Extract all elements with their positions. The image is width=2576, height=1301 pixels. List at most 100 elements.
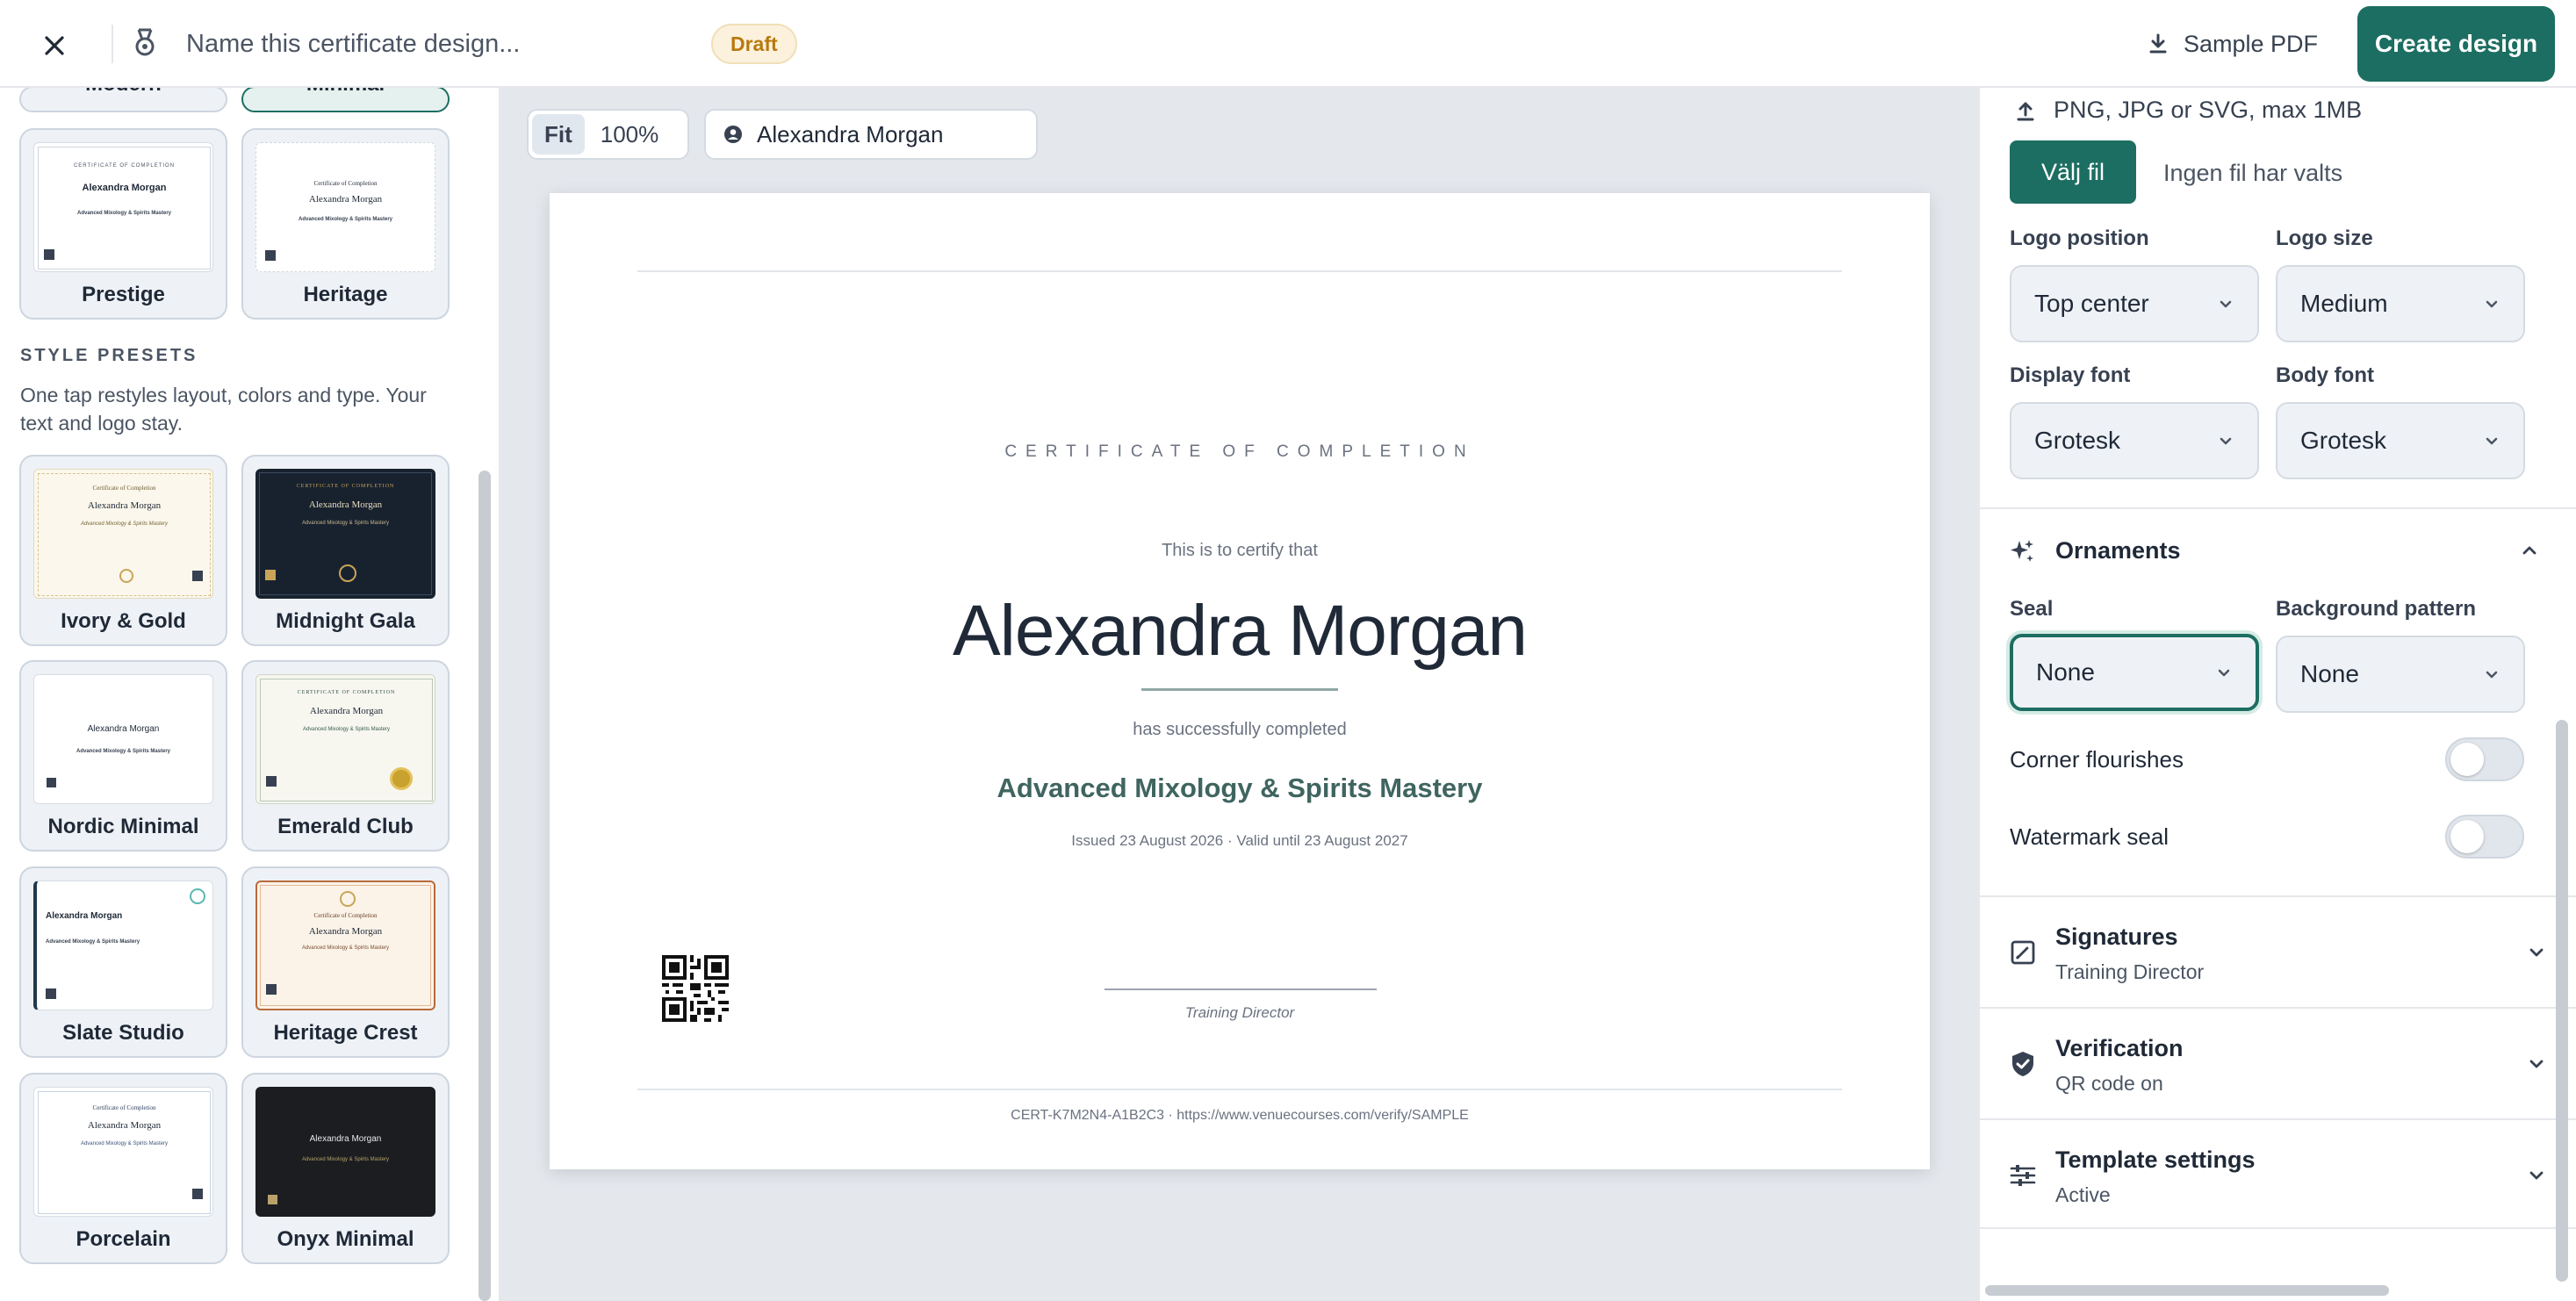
ornaments-header[interactable]: Ornaments <box>1980 509 2576 590</box>
chevron-down-icon <box>2220 437 2232 445</box>
template-settings-section[interactable]: Template settings Active <box>1980 1118 2576 1229</box>
divider <box>112 25 113 63</box>
body-font-select[interactable]: Grotesk <box>2276 402 2525 479</box>
close-icon <box>45 36 64 55</box>
preset-thumbnail: Certificate of Completion Alexandra Morg… <box>33 1087 213 1217</box>
settings-horizontal-scrollbar[interactable] <box>1985 1285 2389 1296</box>
watermark-seal-label: Watermark seal <box>2010 823 2169 850</box>
preset-thumbnail: CERTIFICATE OF COMPLETION Alexandra Morg… <box>255 469 435 599</box>
display-font-value: Grotesk <box>2034 427 2121 454</box>
sample-pdf-button[interactable]: Sample PDF <box>2147 22 2318 66</box>
logo-position-select[interactable]: Top center <box>2010 265 2259 342</box>
body-font-label: Body font <box>2276 363 2374 387</box>
preset-card-label: Nordic Minimal <box>47 815 199 838</box>
issue-dates: Issued 23 August 2026 · Valid until 23 A… <box>1071 832 1408 849</box>
chevron-down-icon <box>2220 300 2232 308</box>
thumb-course: Advanced Mixology & Spirits Mastery <box>302 727 391 732</box>
shield-check-icon <box>2012 1052 2033 1076</box>
template-thumbnail: Certificate of Completion Alexandra Morg… <box>255 142 435 272</box>
create-design-button[interactable]: Create design <box>2357 6 2555 82</box>
preset-card-label: Heritage Crest <box>273 1021 418 1045</box>
seal-value: None <box>2036 658 2095 686</box>
preset-card-slate-studio[interactable]: Alexandra Morgan Advanced Mixology & Spi… <box>19 866 227 1058</box>
preset-card-emerald-club[interactable]: CERTIFICATE OF COMPLETION Alexandra Morg… <box>241 660 450 852</box>
chevron-up-icon <box>2522 546 2536 555</box>
preset-card-porcelain[interactable]: Certificate of Completion Alexandra Morg… <box>19 1073 227 1264</box>
course-title: Advanced Mixology & Spirits Mastery <box>997 773 1483 803</box>
background-pattern-select[interactable]: None <box>2276 636 2525 713</box>
thumb-kicker: CERTIFICATE OF COMPLETION <box>297 690 396 695</box>
thumb-name: Alexandra Morgan <box>308 500 383 510</box>
zoom-controls: Fit 100% <box>527 109 689 160</box>
sidebar-scrollbar[interactable] <box>479 471 491 1301</box>
recipient-name-display: Alexandra Morgan <box>952 591 1528 671</box>
zoom-fit-button[interactable]: Fit <box>532 114 585 155</box>
corner-flourishes-toggle[interactable] <box>2445 737 2524 781</box>
thumb-name: Alexandra Morgan <box>309 706 384 716</box>
toggle-knob <box>2450 820 2484 853</box>
template-card-minimal[interactable]: Minimal <box>241 88 450 112</box>
signatures-title: Signatures <box>2055 924 2178 950</box>
template-card-label: Prestige <box>82 283 165 306</box>
sliders-icon <box>2010 1165 2036 1186</box>
sample-pdf-label: Sample PDF <box>2184 30 2319 57</box>
template-card-modern[interactable]: Modern <box>19 88 227 112</box>
thumb-name: Alexandra Morgan <box>87 500 162 511</box>
thumb-course: Advanced Mixology & Spirits Mastery <box>301 1157 390 1162</box>
preset-card-label: Emerald Club <box>277 815 414 838</box>
certify-text: This is to certify that <box>1162 541 1318 560</box>
style-presets-description: One tap restyles layout, colors and type… <box>20 384 427 435</box>
preset-card-onyx-minimal[interactable]: Alexandra Morgan Advanced Mixology & Spi… <box>241 1073 450 1264</box>
preset-card-label: Onyx Minimal <box>277 1227 414 1251</box>
preset-card-heritage-crest[interactable]: Certificate of Completion Alexandra Morg… <box>241 866 450 1058</box>
certificate-kicker: CERTIFICATE OF COMPLETION <box>1004 442 1475 461</box>
verification-section[interactable]: Verification QR code on <box>1980 1007 2576 1118</box>
chevron-down-icon <box>2218 669 2230 677</box>
preset-thumbnail: CERTIFICATE OF COMPLETION Alexandra Morg… <box>255 674 435 804</box>
preset-thumbnail: Alexandra Morgan Advanced Mixology & Spi… <box>33 674 213 804</box>
template-card-heritage[interactable]: Certificate of Completion Alexandra Morg… <box>241 128 450 320</box>
thumb-course: Advanced Mixology & Spirits Mastery <box>298 217 393 222</box>
bottom-rule <box>637 1089 1842 1090</box>
completed-text: has successfully completed <box>1133 720 1347 739</box>
chevron-down-icon <box>2486 671 2498 679</box>
logo-position-value: Top center <box>2034 290 2149 317</box>
background-pattern-label: Background pattern <box>2276 597 2477 621</box>
thumb-name: Alexandra Morgan <box>46 911 123 921</box>
body-font-value: Grotesk <box>2300 427 2387 454</box>
preset-card-ivory-gold[interactable]: Certificate of Completion Alexandra Morg… <box>19 455 227 646</box>
preset-card-label: Slate Studio <box>62 1021 184 1045</box>
thumb-course: Advanced Mixology & Spirits Mastery <box>80 521 169 527</box>
preset-card-nordic-minimal[interactable]: Alexandra Morgan Advanced Mixology & Spi… <box>19 660 227 852</box>
thumb-course: Advanced Mixology & Spirits Mastery <box>76 749 171 754</box>
zoom-100-button[interactable]: 100% <box>588 114 672 155</box>
display-font-label: Display font <box>2010 363 2131 387</box>
template-card-label: Modern <box>21 88 226 97</box>
thumb-course: Advanced Mixology & Spirits Mastery <box>76 211 172 216</box>
display-font-select[interactable]: Grotesk <box>2010 402 2259 479</box>
recipient-select[interactable]: Alexandra Morgan <box>704 109 1038 160</box>
no-file-text: Ingen fil har valts <box>2163 160 2343 186</box>
template-settings-title: Template settings <box>2055 1146 2256 1173</box>
user-icon <box>724 126 742 143</box>
seal-select[interactable]: None <box>2010 634 2259 711</box>
preset-thumbnail: Alexandra Morgan Advanced Mixology & Spi… <box>33 881 213 1010</box>
close-button[interactable] <box>35 26 74 65</box>
watermark-seal-toggle[interactable] <box>2445 815 2524 859</box>
thumb-name: Alexandra Morgan <box>309 1134 382 1144</box>
settings-scrollbar[interactable] <box>2556 720 2568 1282</box>
preset-card-midnight-gala[interactable]: CERTIFICATE OF COMPLETION Alexandra Morg… <box>241 455 450 646</box>
thumb-name: Alexandra Morgan <box>87 1120 162 1131</box>
design-name-input[interactable] <box>186 23 678 65</box>
thumb-name: Alexandra Morgan <box>308 194 383 205</box>
certificate-footer: CERT-K7M2N4-A1B2C3 · https://www.venueco… <box>1011 1108 1469 1123</box>
thumb-course: Advanced Mixology & Spirits Mastery <box>46 939 140 945</box>
choose-file-button[interactable]: Välj fil <box>2010 140 2136 204</box>
signatures-section[interactable]: Signatures Training Director <box>1980 895 2576 1006</box>
template-settings-subtitle: Active <box>2055 1183 2111 1206</box>
preset-thumbnail: Alexandra Morgan Advanced Mixology & Spi… <box>255 1087 435 1217</box>
logo-size-select[interactable]: Medium <box>2276 265 2525 342</box>
template-card-prestige[interactable]: CERTIFICATE OF COMPLETION Alexandra Morg… <box>19 128 227 320</box>
preset-card-label: Porcelain <box>76 1227 171 1251</box>
seal-label: Seal <box>2010 597 2054 621</box>
